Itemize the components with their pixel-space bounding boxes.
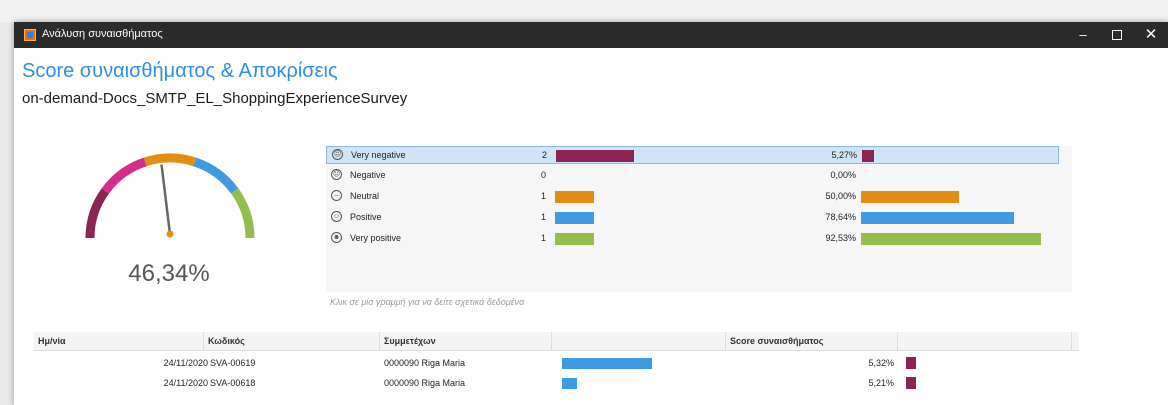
- response-bar: [562, 378, 578, 389]
- maximize-icon: [1112, 29, 1122, 40]
- cell-code: SVA-00619: [210, 358, 256, 368]
- row-count: 1: [540, 191, 546, 201]
- neutral-face-icon: –: [331, 190, 342, 201]
- row-percent: 78,64%: [825, 212, 856, 222]
- cell-score: 5,21%: [868, 378, 894, 388]
- negative-face-icon: ☹: [331, 169, 342, 180]
- table-row[interactable]: 24/11/2020 SVA-00618 0000090 Riga Maria 5,2…: [34, 374, 1079, 393]
- close-button[interactable]: ✕: [1134, 22, 1168, 48]
- gauge-segment: [230, 188, 255, 239]
- count-bar: [555, 233, 594, 245]
- count-bar: [556, 150, 634, 162]
- window-title: Ανάλυση συναισθήματος: [42, 28, 163, 40]
- score-bar: [906, 357, 916, 369]
- column-header-score[interactable]: Score συναισθήματος: [726, 332, 898, 350]
- column-header-date[interactable]: Ημ/νία: [34, 332, 204, 350]
- sentiment-analysis-window: Ανάλυση συναισθήματος – ✕ Score συναισθή…: [14, 22, 1168, 405]
- row-count: 1: [540, 212, 546, 222]
- row-label: Positive: [350, 212, 382, 222]
- cell-participant: 0000090 Riga Maria: [384, 378, 466, 388]
- gauge-hub: [166, 230, 174, 238]
- very-negative-face-icon: ☹: [332, 149, 343, 160]
- row-label: Negative: [350, 170, 386, 180]
- percent-bar: [861, 233, 1042, 245]
- table-row[interactable]: 24/11/2020 SVA-00619 0000090 Riga Maria 5,3…: [34, 354, 1079, 373]
- row-percent: 50,00%: [825, 191, 856, 201]
- cell-score: 5,32%: [868, 358, 894, 368]
- count-bar: [555, 191, 594, 203]
- percent-bar: [861, 212, 1015, 224]
- gauge-segment: [193, 157, 239, 194]
- cell-code: SVA-00618: [210, 378, 256, 388]
- distribution-row[interactable]: ☹ Negative 0 0,00%: [326, 167, 1059, 185]
- sentiment-distribution: ☹ Very negative 2 5,27% ☹ Negative 0 0,00% – Neut…: [326, 146, 1072, 292]
- click-hint: Κλικ σε μία γραμμή για να δείτε σχετικά …: [330, 297, 525, 307]
- row-percent: 5,27%: [831, 150, 857, 160]
- page-title: Score συναισθήματος & Αποκρίσεις: [22, 60, 338, 82]
- desktop-background: [0, 0, 1168, 22]
- column-header-bar[interactable]: [552, 332, 726, 350]
- percent-bar: [861, 191, 959, 203]
- row-percent: 0,00%: [830, 170, 856, 180]
- row-count: 2: [541, 150, 547, 160]
- row-count: 0: [540, 170, 546, 180]
- cell-date: 24/11/2020: [163, 358, 208, 368]
- table-header: Ημ/νία Κωδικός Συμμετέχων Score συναισθή…: [34, 332, 1079, 351]
- distribution-row[interactable]: – Neutral 1 50,00%: [326, 188, 1059, 206]
- count-bar: [555, 212, 594, 224]
- gauge-segment: [101, 157, 147, 194]
- distribution-row[interactable]: ☻ Very positive 1 92,53%: [326, 230, 1059, 248]
- score-bar: [906, 377, 916, 389]
- distribution-row[interactable]: ☺ Positive 1 78,64%: [326, 209, 1059, 227]
- app-icon: [24, 29, 36, 41]
- column-header-code[interactable]: Κωδικός: [204, 332, 380, 350]
- title-bar[interactable]: Ανάλυση συναισθήματος – ✕: [14, 22, 1168, 48]
- distribution-row[interactable]: ☹ Very negative 2 5,27%: [326, 146, 1059, 164]
- column-header-participant[interactable]: Συμμετέχων: [380, 332, 552, 350]
- gauge-value: 46,34%: [128, 260, 210, 287]
- percent-bar: [862, 150, 874, 162]
- row-count: 1: [540, 233, 546, 243]
- row-label: Neutral: [350, 191, 380, 201]
- maximize-button[interactable]: [1100, 22, 1134, 48]
- sentiment-gauge: [85, 153, 255, 239]
- row-label: Very positive: [350, 233, 402, 243]
- row-percent: 92,53%: [825, 233, 856, 243]
- gauge-segment: [143, 153, 197, 167]
- row-label: Very negative: [351, 150, 406, 160]
- very-positive-face-icon: ☻: [331, 232, 342, 243]
- response-bar: [562, 358, 652, 369]
- positive-face-icon: ☺: [331, 211, 342, 222]
- gauge-needle: [160, 164, 172, 235]
- gauge-segment: [85, 188, 110, 239]
- column-header-score-bar[interactable]: [898, 332, 1072, 350]
- minimize-button[interactable]: –: [1066, 22, 1100, 48]
- survey-name: on-demand-Docs_SMTP_EL_ShoppingExperienc…: [22, 90, 408, 107]
- cell-participant: 0000090 Riga Maria: [384, 358, 466, 368]
- cell-date: 24/11/2020: [163, 378, 208, 388]
